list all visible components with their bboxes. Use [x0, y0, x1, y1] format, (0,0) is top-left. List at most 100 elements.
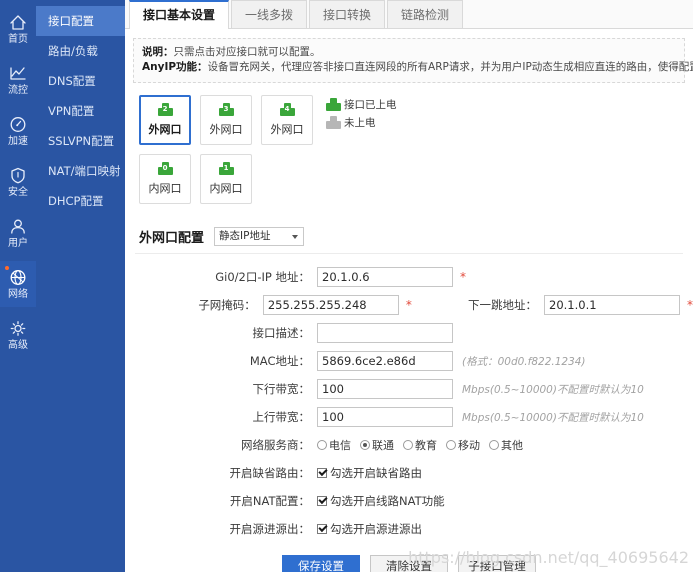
isp-option-label: 移动 [458, 439, 480, 452]
rail-item-home[interactable]: 首页 [0, 6, 36, 52]
tab-interface-basic-settings[interactable]: 接口基本设置 [129, 0, 230, 29]
src-in-out-checkbox-label: 勾选开启源进源出 [330, 522, 422, 536]
ip-mode-select[interactable]: 静态IP地址 [214, 227, 305, 246]
default-route-checkbox[interactable]: 勾选开启缺省路由 [317, 465, 422, 481]
rail-label-users: 用户 [8, 237, 28, 249]
rail-item-security[interactable]: 安全 [0, 159, 36, 205]
menu-label: 路由/负载 [48, 44, 98, 58]
menu-label: VPN配置 [48, 104, 95, 118]
ethernet-port-icon: 3 [218, 103, 234, 116]
form-row-isp: 网络服务商： 电信 联通 教育 移动 其他 [125, 431, 693, 459]
app-window: 首页 流控 加速 安全 用户 网络 高级 接口配置 路由/负载 DNS配置 VP… [0, 0, 693, 572]
uplink-input[interactable] [317, 407, 453, 427]
isp-option-other[interactable]: 其他 [489, 437, 523, 453]
ip-label: Gi0/2口-IP 地址： [215, 270, 310, 284]
tab-label: 一线多拨 [245, 8, 294, 22]
rail-item-flow-control[interactable]: 流控 [0, 57, 36, 103]
rail-item-users[interactable]: 用户 [0, 210, 36, 256]
description-input[interactable] [317, 323, 453, 343]
ethernet-port-icon: 0 [157, 162, 173, 175]
legend-powered: 接口已上电 [326, 97, 397, 112]
port-number: 0 [162, 164, 168, 172]
tab-multi-dial[interactable]: 一线多拨 [231, 0, 308, 28]
ports-panel: 2 外网口 3 外网口 4 外网口 接口已上电 未上电 0 内网口 1 内网口 [139, 95, 693, 213]
tab-link-detection[interactable]: 链路检测 [387, 0, 464, 28]
port-card-wan-4[interactable]: 4 外网口 [261, 95, 313, 145]
home-icon [9, 13, 27, 32]
ethernet-port-icon: 1 [218, 162, 234, 175]
primary-nav-rail: 首页 流控 加速 安全 用户 网络 高级 [0, 0, 36, 572]
port-label: 外网口 [209, 123, 243, 136]
radio-circle [403, 440, 413, 450]
menu-label: SSLVPN配置 [48, 134, 115, 148]
menu-item-dhcp-config[interactable]: DHCP配置 [36, 186, 125, 216]
tab-interface-conversion[interactable]: 接口转换 [309, 0, 386, 28]
globe-icon [9, 268, 27, 287]
section-divider [135, 253, 683, 254]
port-card-wan-3[interactable]: 3 外网口 [200, 95, 252, 145]
menu-item-routing-loadbalance[interactable]: 路由/负载 [36, 36, 125, 66]
port-label: 外网口 [270, 123, 304, 136]
menu-item-dns-config[interactable]: DNS配置 [36, 66, 125, 96]
port-label: 内网口 [148, 182, 182, 195]
menu-item-vpn-config[interactable]: VPN配置 [36, 96, 125, 126]
rail-item-acceleration[interactable]: 加速 [0, 108, 36, 154]
form-row-mac: MAC地址： (格式：00d0.f822.1234) [125, 347, 693, 375]
menu-item-interface-config[interactable]: 接口配置 [36, 6, 125, 36]
port-card-lan-1[interactable]: 1 内网口 [200, 154, 252, 204]
src-in-out-label: 开启源进源出： [229, 522, 311, 536]
notice-line-1-label: 说明： [142, 46, 174, 58]
save-button[interactable]: 保存设置 [282, 555, 360, 572]
isp-option-unicom[interactable]: 联通 [360, 437, 394, 453]
clear-button[interactable]: 清除设置 [370, 555, 448, 572]
nexthop-input[interactable] [544, 295, 680, 315]
downlink-label: 下行带宽： [252, 382, 311, 396]
menu-label: DHCP配置 [48, 194, 104, 208]
menu-label: 接口配置 [48, 14, 94, 28]
default-route-checkbox-label: 勾选开启缺省路由 [330, 466, 422, 480]
gear-icon [9, 319, 27, 338]
rail-item-network[interactable]: 网络 [0, 261, 36, 307]
rail-item-advanced[interactable]: 高级 [0, 312, 36, 358]
isp-option-education[interactable]: 教育 [403, 437, 437, 453]
isp-option-mobile[interactable]: 移动 [446, 437, 480, 453]
port-number: 3 [223, 105, 229, 113]
checkbox-box [317, 468, 327, 478]
uplink-label: 上行带宽： [252, 410, 311, 424]
form-row-default-route: 开启缺省路由： 勾选开启缺省路由 [125, 459, 693, 487]
isp-label: 网络服务商： [241, 438, 310, 452]
default-route-label: 开启缺省路由： [229, 466, 311, 480]
sub-interface-management-button[interactable]: 子接口管理 [458, 555, 536, 572]
ip-input[interactable] [317, 267, 453, 287]
menu-item-nat-port-mapping[interactable]: NAT/端口映射 [36, 156, 125, 186]
section-title: 外网口配置 [139, 231, 205, 246]
checkbox-box [317, 496, 327, 506]
nat-checkbox[interactable]: 勾选开启线路NAT功能 [317, 493, 445, 509]
chart-line-icon [9, 64, 27, 83]
form-row-ip: Gi0/2口-IP 地址： * [125, 263, 693, 291]
rail-label-advanced: 高级 [8, 339, 28, 351]
rail-label-home: 首页 [8, 33, 28, 45]
isp-option-label: 其他 [501, 439, 523, 452]
menu-item-sslvpn-config[interactable]: SSLVPN配置 [36, 126, 125, 156]
rail-label-network: 网络 [8, 288, 28, 300]
isp-option-label: 教育 [415, 439, 437, 452]
required-mark: * [460, 270, 466, 284]
src-in-out-checkbox[interactable]: 勾选开启源进源出 [317, 521, 422, 537]
chevron-down-icon [292, 235, 299, 239]
notice-line-2: AnyIP功能：设备冒充网关，代理应答非接口直连网段的所有ARP请求，并为用户I… [142, 60, 693, 75]
user-icon [9, 217, 27, 236]
mac-input[interactable] [317, 351, 453, 371]
radio-circle [446, 440, 456, 450]
downlink-input[interactable] [317, 379, 453, 399]
port-number: 2 [162, 105, 168, 113]
netmask-input[interactable] [262, 295, 399, 315]
downlink-hint: Mbps(0.5~10000)不配置时默认为10 [462, 383, 644, 396]
isp-option-telecom[interactable]: 电信 [317, 437, 351, 453]
content-area: 接口基本设置 一线多拨 接口转换 链路检测 说明：只需点击对应接口就可以配置。 … [125, 0, 693, 572]
form-row-src-in-out: 开启源进源出： 勾选开启源进源出 [125, 515, 693, 543]
secondary-nav-menu: 接口配置 路由/负载 DNS配置 VPN配置 SSLVPN配置 NAT/端口映射… [36, 0, 125, 572]
port-card-lan-0[interactable]: 0 内网口 [139, 154, 191, 204]
port-card-wan-2[interactable]: 2 外网口 [139, 95, 191, 145]
description-label: 接口描述： [252, 326, 311, 340]
